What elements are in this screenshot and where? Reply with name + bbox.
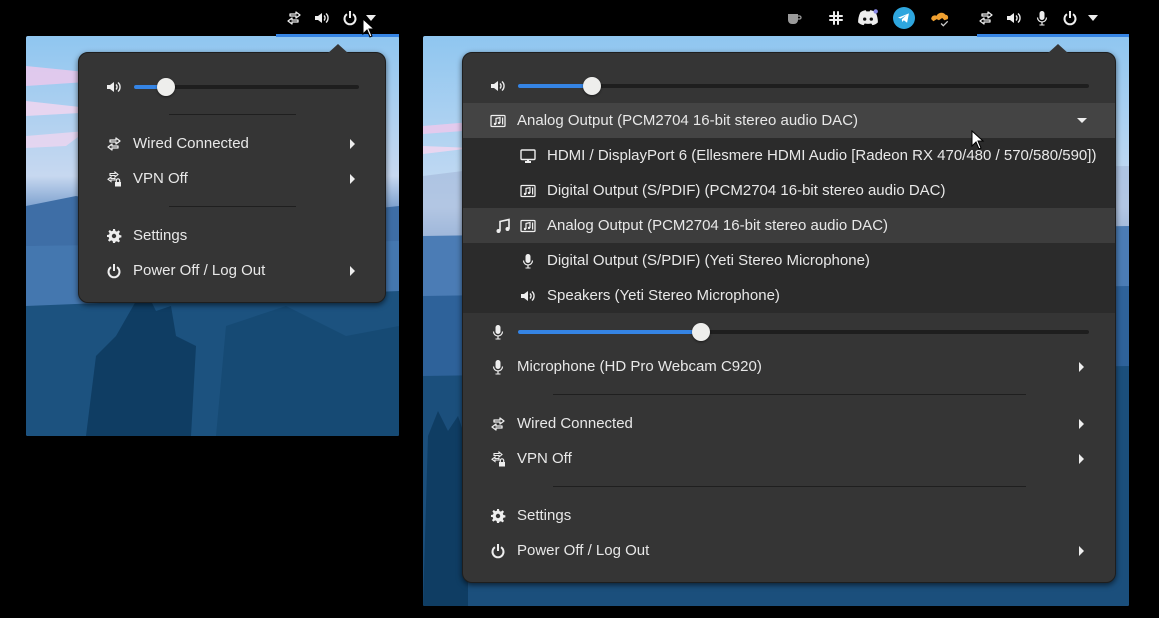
volume-icon [106,79,122,95]
volume-icon[interactable] [1000,0,1028,36]
menu-item-settings[interactable]: Settings [463,498,1115,533]
volume-icon[interactable] [308,0,336,36]
chevron-right-icon [1079,361,1084,372]
microphone-icon [490,359,506,375]
menu-item-settings[interactable]: Settings [79,218,385,253]
menu-item-label: Settings [133,227,188,244]
network-wired-icon[interactable] [972,0,1000,36]
power-icon[interactable] [336,0,364,36]
mouse-cursor [971,130,985,150]
chevron-right-icon [1079,545,1084,556]
microphone-icon[interactable] [1028,0,1056,36]
discord-icon[interactable] [850,0,886,36]
network-wired-icon [106,136,122,152]
microphone-icon [490,324,506,340]
coffee-cup-icon[interactable] [780,0,808,36]
output-device-label: Analog Output (PCM2704 16-bit stereo aud… [517,112,859,129]
chevron-down-icon [1077,118,1087,123]
menu-item-label: Power Off / Log Out [133,262,266,279]
music-note-icon [495,218,511,234]
device-label: HDMI / DisplayPort 6 (Ellesmere HDMI Aud… [547,147,1097,164]
sound-card-icon [520,218,536,234]
device-label: Digital Output (S/PDIF) (PCM2704 16-bit … [547,182,946,199]
input-volume-row [463,314,1115,349]
menu-item-power[interactable]: Power Off / Log Out [79,253,385,288]
power-icon[interactable] [1056,0,1084,36]
input-volume-slider[interactable] [518,323,1089,341]
system-menu-popover: Wired Connected VPN Off Settings Power O… [78,44,386,303]
power-icon [106,263,122,279]
chevron-right-icon [1079,418,1084,429]
output-volume-row [463,68,1115,103]
device-item-active[interactable]: Analog Output (PCM2704 16-bit stereo aud… [463,208,1115,243]
active-indicator [276,34,399,37]
device-item[interactable]: Digital Output (S/PDIF) (PCM2704 16-bit … [463,173,1115,208]
volume-slider-fill [518,84,593,88]
volume-slider[interactable] [134,78,359,96]
device-label: Digital Output (S/PDIF) (Yeti Stereo Mic… [547,252,870,269]
volume-slider-knob[interactable] [156,78,175,96]
output-device-selector[interactable]: Analog Output (PCM2704 16-bit stereo aud… [463,103,1115,138]
vpn-icon [490,451,506,467]
popover-arrow [1047,44,1069,54]
power-icon [490,543,506,559]
volume-icon [490,78,506,94]
popover-arrow [327,44,349,54]
active-indicator [977,34,1129,37]
monitor-icon [520,148,536,164]
dropdown-arrow-icon[interactable] [1084,0,1102,36]
sound-card-icon [490,113,506,129]
menu-item-label: Wired Connected [517,415,633,432]
menu-item-label: VPN Off [133,170,188,187]
vpn-icon [106,171,122,187]
menu-item-label: Wired Connected [133,135,249,152]
output-volume-slider[interactable] [518,77,1089,95]
menu-item-label: Power Off / Log Out [517,542,650,559]
device-item[interactable]: Speakers (Yeti Stereo Microphone) [463,278,1115,313]
top-bar-right [780,0,1102,36]
gear-icon [490,508,506,524]
menu-item-power[interactable]: Power Off / Log Out [463,533,1115,568]
cloud-sync-icon[interactable] [922,0,958,36]
menu-item-vpn[interactable]: VPN Off [463,441,1115,476]
volume-slider-knob[interactable] [691,323,710,341]
chevron-right-icon [350,265,355,276]
input-device-selector[interactable]: Microphone (HD Pro Webcam C920) [463,349,1115,384]
system-menu-popover: Analog Output (PCM2704 16-bit stereo aud… [462,44,1116,583]
chevron-right-icon [350,173,355,184]
slack-icon[interactable] [822,0,850,36]
output-device-list: HDMI / DisplayPort 6 (Ellesmere HDMI Aud… [463,138,1115,313]
menu-item-label: Settings [517,507,572,524]
menu-item-wired[interactable]: Wired Connected [79,126,385,161]
gear-icon [106,228,122,244]
network-wired-icon [490,416,506,432]
microphone-icon [520,253,536,269]
device-item[interactable]: HDMI / DisplayPort 6 (Ellesmere HDMI Aud… [463,138,1115,173]
menu-item-label: VPN Off [517,450,572,467]
telegram-icon[interactable] [886,0,922,36]
menu-item-vpn[interactable]: VPN Off [79,161,385,196]
sound-card-icon [520,183,536,199]
separator [169,206,296,207]
volume-row [79,69,385,104]
chevron-right-icon [1079,453,1084,464]
separator [553,394,1026,395]
volume-slider-fill [518,330,701,334]
menu-item-wired[interactable]: Wired Connected [463,406,1115,441]
device-label: Speakers (Yeti Stereo Microphone) [547,287,780,304]
input-device-label: Microphone (HD Pro Webcam C920) [517,358,762,375]
volume-slider-knob[interactable] [583,77,602,95]
network-wired-icon[interactable] [280,0,308,36]
chevron-right-icon [350,138,355,149]
device-label: Analog Output (PCM2704 16-bit stereo aud… [547,217,889,234]
separator [169,114,296,115]
separator [553,486,1026,487]
mouse-cursor [362,18,376,38]
device-item[interactable]: Digital Output (S/PDIF) (Yeti Stereo Mic… [463,243,1115,278]
volume-icon [520,288,536,304]
